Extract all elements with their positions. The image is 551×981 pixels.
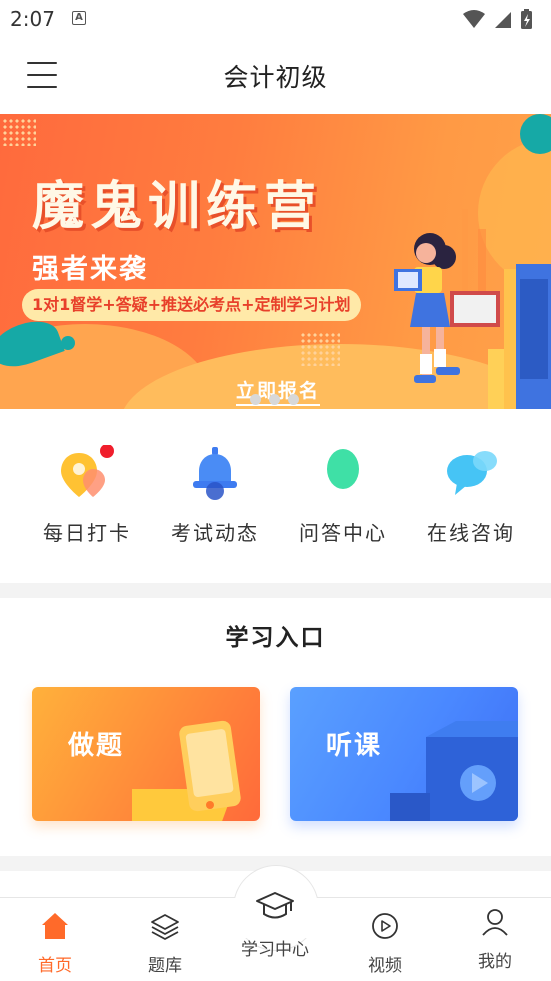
quick-action-online-consult[interactable]: 在线咨询 [407,445,535,555]
banner-decoration [61,336,75,350]
carousel-dot[interactable] [288,394,299,405]
bell-icon [193,447,237,500]
graduation-cap-icon [256,892,294,919]
section-divider [0,583,551,598]
carousel-dots [250,394,310,406]
nav-label: 视频 [368,956,402,976]
quick-action-label: 问答中心 [299,521,387,545]
quick-actions: 每日打卡 考试动态 问答中心 在线咨询 [0,409,551,583]
banner-features-pill: 1对1督学+答疑+推送必考点+定制学习计划 [22,289,361,321]
top-header: 会计初级 [0,38,551,114]
wifi-icon [463,10,485,28]
oval-icon [327,449,359,489]
section-title: 学习入口 [225,625,326,651]
banner-decoration [300,332,340,366]
quick-action-label: 考试动态 [171,521,259,545]
system-status-icons [463,9,532,29]
reading-girl-illustration [394,209,551,409]
carousel-dot[interactable] [269,394,280,405]
quick-action-label: 每日打卡 [43,521,131,545]
play-circle-icon [372,913,398,939]
nav-label: 题库 [148,956,182,976]
chat-bubble-icon [447,451,497,495]
play-icon [390,721,518,821]
banner-subline: 强者来袭 [32,254,148,285]
nav-item-question-bank[interactable]: 题库 [110,905,220,976]
nav-item-profile[interactable]: 我的 [440,901,550,972]
notification-icon: A [72,11,86,25]
nav-item-home[interactable]: 首页 [0,905,110,976]
quick-action-qa-center[interactable]: 问答中心 [279,445,407,555]
nav-item-video[interactable]: 视频 [330,905,440,976]
banner-decoration [2,118,36,146]
status-time: 2:07 [10,7,55,31]
banner-headline: 魔鬼训练营 [32,177,323,237]
nav-label: 学习中心 [241,940,309,960]
nav-label: 我的 [478,952,512,972]
layers-icon [151,914,179,940]
promo-banner[interactable]: 魔鬼训练营 强者来袭 1对1督学+答疑+推送必考点+定制学习计划 立即报名 [0,114,551,409]
home-icon [42,913,68,939]
location-pin-icon [61,444,114,497]
carousel-dot[interactable] [250,394,261,405]
phone-icon [132,720,241,821]
user-icon [482,909,508,936]
practice-card-label: 做题 [68,731,125,761]
study-entry-section: 学习入口 做题 听课 [0,598,551,856]
quick-action-daily-checkin[interactable]: 每日打卡 [23,444,151,555]
nav-item-study-center[interactable]: 学习中心 [220,889,330,960]
quick-action-label: 在线咨询 [427,521,515,545]
listen-card[interactable]: 听课 [290,687,518,821]
nav-label: 首页 [38,956,72,976]
listen-card-label: 听课 [326,731,383,761]
signal-icon [495,12,511,28]
status-bar: 2:07 A [0,0,551,38]
quick-action-exam-news[interactable]: 考试动态 [151,445,279,555]
practice-card[interactable]: 做题 [32,687,260,821]
page-title: 会计初级 [223,63,328,92]
